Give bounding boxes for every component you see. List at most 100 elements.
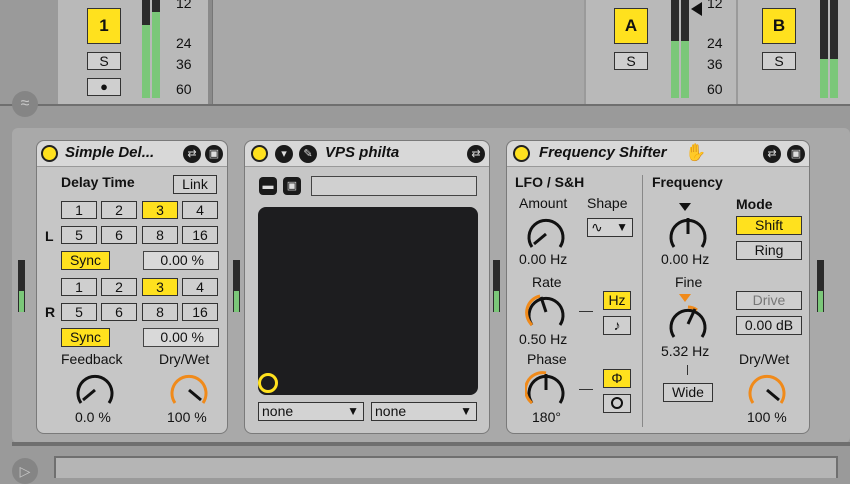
fs-save-preset-icon[interactable]: ▣ [787,145,805,163]
fs-title: Frequency Shifter [539,144,667,161]
phase-label: Phase [527,351,567,367]
right-sync-button[interactable]: Sync [61,328,110,347]
track-a-volume-marker-icon[interactable] [691,2,702,16]
track-1-activator-button[interactable]: 1 [87,8,121,44]
vps-preset-field[interactable] [311,176,477,196]
track-a-scale-60: 60 [707,81,723,97]
frequency-marker-icon [679,203,691,211]
right-beat-5[interactable]: 5 [61,303,97,321]
amount-value: 0.00 Hz [519,251,568,267]
shape-select[interactable]: ∿ ▼ [587,218,633,237]
left-beat-4[interactable]: 4 [182,201,218,219]
left-beat-5[interactable]: 5 [61,226,97,244]
hot-swap-icon[interactable]: ⇄ [183,145,201,163]
vps-save-icon[interactable]: ▣ [283,177,301,195]
fs-section-divider [642,175,643,427]
chain-meter-2 [233,260,240,312]
phase-knob[interactable] [525,369,567,411]
phi-button[interactable]: Φ [603,369,631,388]
mode-label: Mode [736,196,773,212]
left-beat-6[interactable]: 6 [101,226,137,244]
vps-fold-icon[interactable]: ▾ [275,145,293,163]
track-1-scale-12: 12 [176,0,192,11]
fs-hot-swap-icon[interactable]: ⇄ [763,145,781,163]
wide-button[interactable]: Wide [663,383,713,402]
ring-button[interactable]: Ring [736,241,802,260]
left-sync-button[interactable]: Sync [61,251,110,270]
track-b-activator-button[interactable]: B [762,8,796,44]
right-beat-2[interactable]: 2 [101,278,137,296]
track-1-scale-60: 60 [176,81,192,97]
device-on-icon[interactable] [41,145,58,162]
right-offset-field[interactable]: 0.00 % [143,328,219,347]
vps-philta-device: ▾ ✎ VPS philta ⇄ ▬ ▣ none ▼ none ▼ [244,140,490,434]
track-1-scale-24: 24 [176,35,192,51]
rate-label: Rate [532,274,562,290]
left-beat-8[interactable]: 8 [142,226,178,244]
fs-drywet-label: Dry/Wet [739,351,790,367]
left-offset-field[interactable]: 0.00 % [143,251,219,270]
simple-delay-title: Simple Del... [65,144,155,161]
track-b-solo-button[interactable]: S [762,52,796,70]
rate-knob[interactable] [525,291,567,333]
fine-label: Fine [675,274,703,290]
track-b-meter-left [820,0,828,98]
drive-button[interactable]: Drive [736,291,802,310]
fine-knob[interactable] [667,303,709,345]
frequency-shifter-device: Frequency Shifter ✋ ⇄ ▣ LFO / S&H Amount… [506,140,810,434]
frequency-label: Frequency [652,174,723,190]
bottom-play-icon[interactable]: ▷ [12,458,38,484]
wave-toggle-icon[interactable]: ≈ [12,91,38,117]
spin-icon [611,397,623,409]
vps-open-folder-icon[interactable]: ▬ [259,177,277,195]
vps-edit-icon[interactable]: ✎ [299,145,317,163]
right-beat-1[interactable]: 1 [61,278,97,296]
chain-meter-3 [493,260,500,312]
track-1-arm-button[interactable]: ● [87,78,121,96]
track-a-scale-12: 12 [707,0,723,11]
shift-button[interactable]: Shift [736,216,802,235]
amount-knob[interactable] [525,213,567,255]
drive-value-field[interactable]: 0.00 dB [736,316,802,335]
fs-device-on-icon[interactable] [513,145,530,162]
right-beat-6[interactable]: 6 [101,303,137,321]
phase-value: 180° [532,409,561,425]
delay-drywet-knob[interactable] [168,369,210,411]
vps-device-on-icon[interactable] [251,145,268,162]
vps-select-right[interactable]: none ▼ [371,402,477,421]
track-a-activator-button[interactable]: A [614,8,648,44]
xy-pad[interactable] [258,207,478,395]
right-beat-8[interactable]: 8 [142,303,178,321]
save-preset-icon[interactable]: ▣ [205,145,223,163]
track-a-solo-button[interactable]: S [614,52,648,70]
note-button[interactable]: ♪ [603,316,631,335]
right-beat-16[interactable]: 16 [182,303,218,321]
link-button[interactable]: Link [173,175,217,194]
chevron-down-icon: ▼ [616,220,628,234]
left-channel-label: L [45,228,54,244]
delay-drywet-label: Dry/Wet [159,351,210,367]
vps-hot-swap-icon[interactable]: ⇄ [467,145,485,163]
track-1-meter-left [142,0,150,98]
right-beat-3[interactable]: 3 [142,278,178,296]
fs-drywet-knob[interactable] [746,369,788,411]
left-beat-3[interactable]: 3 [142,201,178,219]
fine-link-line [687,365,688,375]
vps-select-left[interactable]: none ▼ [258,402,364,421]
feedback-value: 0.0 % [75,409,111,425]
left-beat-2[interactable]: 2 [101,201,137,219]
track-1-solo-button[interactable]: S [87,52,121,70]
hz-button[interactable]: Hz [603,291,631,310]
left-beat-1[interactable]: 1 [61,201,97,219]
track-a-scale-36: 36 [707,56,723,72]
left-beat-16[interactable]: 16 [182,226,218,244]
track-a-meter-right [681,0,689,98]
feedback-knob[interactable] [74,369,116,411]
fs-drywet-value: 100 % [747,409,787,425]
xy-pad-handle[interactable] [258,373,278,393]
spin-button[interactable] [603,394,631,413]
frequency-knob[interactable] [667,213,709,255]
track-a-meter-left [671,0,679,98]
fine-value: 5.32 Hz [661,343,710,359]
right-beat-4[interactable]: 4 [182,278,218,296]
